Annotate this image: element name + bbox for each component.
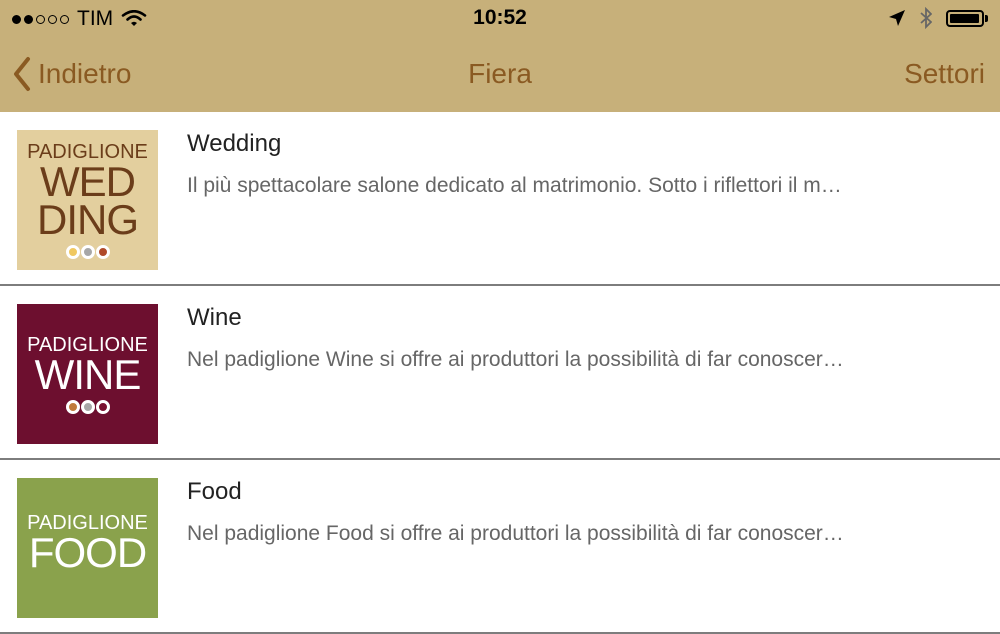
top-bar: TIM 10:52 Indietro Fiera Settori: [0, 0, 1000, 112]
bluetooth-icon: [920, 7, 932, 29]
logo-dot: [65, 400, 80, 414]
status-bar: TIM 10:52: [0, 0, 1000, 38]
list-item-title: Wine: [187, 304, 242, 331]
list-item-text: Wedding Il più spettacolare salone dedic…: [187, 130, 977, 198]
list-item-food[interactable]: PADIGLIONE FOOD Food Nel padiglione Food…: [0, 460, 1000, 634]
logo-dot: [80, 245, 95, 259]
status-time: 10:52: [473, 6, 527, 29]
logo-big-text-line1: FOOD: [28, 529, 147, 576]
page-title: Fiera: [468, 58, 532, 89]
location-arrow-icon: [889, 10, 905, 26]
logo-dot: [95, 245, 110, 259]
navigation-bar: Indietro Fiera Settori: [0, 40, 1000, 110]
battery-icon: [946, 9, 988, 27]
food-logo: PADIGLIONE FOOD: [17, 478, 158, 618]
logo-dot: [65, 245, 80, 259]
wedding-logo: PADIGLIONE WED DING: [17, 130, 158, 270]
list-item-description: Nel padiglione Wine si offre ai produtto…: [187, 348, 844, 371]
wine-logo: PADIGLIONE WINE: [17, 304, 158, 444]
list-item-wine[interactable]: PADIGLIONE WINE Wine Nel padiglione Wine…: [0, 286, 1000, 460]
battery-shell: [946, 9, 984, 27]
logo-big-text-line2: DING: [37, 196, 139, 243]
battery-fill: [950, 13, 979, 23]
list-item-text: Food Nel padiglione Food si offre ai pro…: [187, 478, 977, 546]
list-item-title: Food: [187, 478, 242, 505]
sectors-button[interactable]: Settori: [904, 58, 985, 90]
status-right: [888, 7, 988, 29]
logo-dots: [65, 245, 110, 259]
pavilion-list: PADIGLIONE WED DING Wedding Il più spett…: [0, 112, 1000, 634]
battery-tip: [985, 14, 988, 22]
list-item-title: Wedding: [187, 130, 282, 157]
list-item-wedding[interactable]: PADIGLIONE WED DING Wedding Il più spett…: [0, 112, 1000, 286]
list-item-description: Nel padiglione Food si offre ai produtto…: [187, 522, 844, 545]
list-item-text: Wine Nel padiglione Wine si offre ai pro…: [187, 304, 977, 372]
logo-dot: [95, 400, 110, 414]
list-item-description: Il più spettacolare salone dedicato al m…: [187, 174, 842, 197]
logo-dots: [65, 400, 110, 414]
logo-big-text-line1: WINE: [34, 351, 142, 398]
logo-dot: [80, 400, 95, 414]
